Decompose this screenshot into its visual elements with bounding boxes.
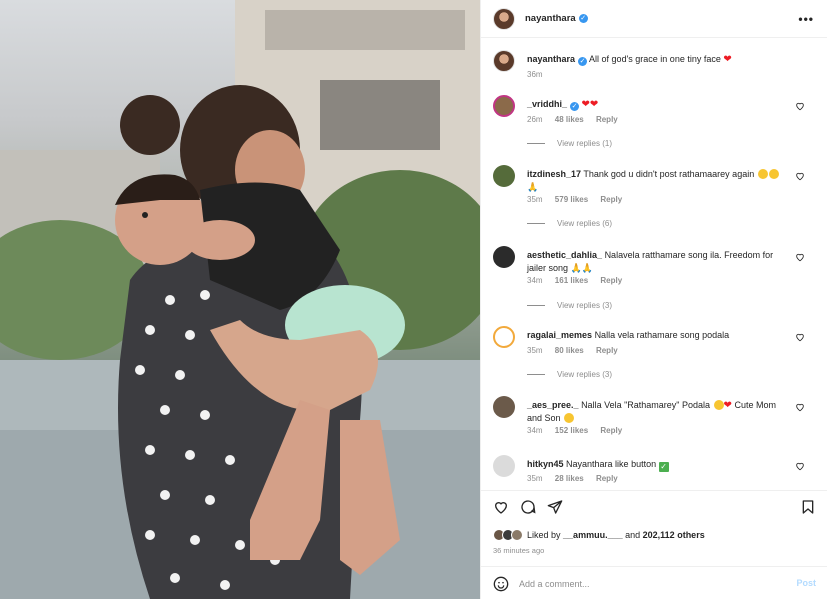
author-avatar[interactable] bbox=[493, 7, 515, 30]
comment-time: 34m bbox=[527, 276, 543, 285]
more-icon[interactable]: ••• bbox=[798, 12, 814, 26]
comment-username[interactable]: hitkyn45 bbox=[527, 459, 564, 469]
check-emoji-icon: ✓ bbox=[658, 462, 669, 472]
reply-button[interactable]: Reply bbox=[600, 195, 622, 204]
comment-time: 26m bbox=[527, 115, 543, 124]
pray-emoji-icon: 🙏🙏 bbox=[570, 263, 593, 273]
caption-time: 36m bbox=[527, 70, 543, 79]
caption: nayanthara ✓ All of god's grace in one ti… bbox=[493, 50, 813, 82]
verified-badge-icon: ✓ bbox=[578, 14, 588, 23]
post-timestamp: 36 minutes ago bbox=[493, 546, 545, 555]
comment-likes[interactable]: 152 likes bbox=[555, 426, 588, 435]
comment-likes[interactable]: 579 likes bbox=[555, 195, 588, 204]
heart-eyes-emoji-icon bbox=[564, 413, 575, 423]
post-header: nayanthara ✓ ••• bbox=[481, 0, 827, 38]
comment-likes[interactable]: 28 likes bbox=[555, 474, 584, 483]
liked-by-user[interactable]: __ammuu.___ bbox=[563, 530, 623, 540]
view-replies-button[interactable]: View replies (1) bbox=[527, 139, 612, 148]
comment-text: Thank god u didn't post rathamaarey agai… bbox=[583, 169, 755, 179]
view-replies-button[interactable]: View replies (3) bbox=[527, 301, 612, 310]
comment-item: aesthetic_dahlia_ Nalavela ratthamare so… bbox=[493, 246, 813, 316]
comment-likes[interactable]: 48 likes bbox=[555, 115, 584, 124]
post-panel: nayanthara ✓ ••• nayanthara ✓ All of god'… bbox=[480, 0, 827, 599]
caption-username[interactable]: nayanthara bbox=[527, 54, 575, 64]
crying-emoji-icon bbox=[768, 169, 779, 179]
caption-text: All of god's grace in one tiny face bbox=[589, 54, 721, 64]
photo-illustration bbox=[0, 0, 480, 599]
comment-time: 35m bbox=[527, 346, 543, 355]
commenter-avatar[interactable] bbox=[493, 396, 515, 418]
comment-text: Nalla Vela "Rathamarey" Podala bbox=[581, 400, 711, 410]
comment-item: _aes_pree._ Nalla Vela "Rathamarey" Poda… bbox=[493, 396, 813, 444]
comment-likes[interactable]: 80 likes bbox=[555, 346, 584, 355]
like-comment-heart-icon[interactable] bbox=[795, 171, 805, 181]
like-comment-heart-icon[interactable] bbox=[795, 332, 805, 342]
comment-item: _vriddhi_ ✓ ❤❤ 26m 48 likes Reply View re… bbox=[493, 95, 813, 155]
comment-item: ragalai_memes Nalla vela rathamare song … bbox=[493, 326, 813, 386]
heart-emoji-icon: ❤ bbox=[723, 400, 732, 411]
bookmark-icon[interactable] bbox=[800, 499, 816, 515]
like-comment-heart-icon[interactable] bbox=[795, 461, 805, 471]
liker-avatars[interactable] bbox=[493, 529, 523, 541]
emoji-icon[interactable] bbox=[493, 576, 509, 592]
comment-icon[interactable] bbox=[520, 499, 536, 515]
reply-button[interactable]: Reply bbox=[596, 346, 618, 355]
reply-button[interactable]: Reply bbox=[600, 426, 622, 435]
comment-item: itzdinesh_17 Thank god u didn't post rat… bbox=[493, 165, 813, 235]
comment-time: 35m bbox=[527, 195, 543, 204]
commenter-avatar[interactable] bbox=[493, 326, 515, 348]
comment-username[interactable]: aesthetic_dahlia_ bbox=[527, 250, 602, 260]
reply-button[interactable]: Reply bbox=[596, 474, 618, 483]
comment-username[interactable]: _vriddhi_ bbox=[527, 99, 567, 109]
commenter-avatar[interactable] bbox=[493, 455, 515, 477]
post-button[interactable]: Post bbox=[796, 578, 816, 588]
comment-username[interactable]: ragalai_memes bbox=[527, 330, 592, 340]
comment-username[interactable]: itzdinesh_17 bbox=[527, 169, 581, 179]
like-comment-heart-icon[interactable] bbox=[795, 402, 805, 412]
comment-text: Nayanthara like button bbox=[566, 459, 657, 469]
reply-button[interactable]: Reply bbox=[596, 115, 618, 124]
commenter-avatar[interactable] bbox=[493, 246, 515, 268]
likes-count[interactable]: 202,112 others bbox=[643, 530, 705, 540]
verified-badge-icon: ✓ bbox=[578, 57, 588, 66]
heart-emoji-icon: ❤❤ bbox=[581, 99, 599, 110]
reply-button[interactable]: Reply bbox=[600, 276, 622, 285]
view-replies-button[interactable]: View replies (6) bbox=[527, 219, 612, 228]
verified-badge-icon: ✓ bbox=[570, 102, 580, 111]
post-actions: Liked by __ammuu.___ and 202,112 others … bbox=[481, 490, 827, 599]
comment-time: 34m bbox=[527, 426, 543, 435]
heart-emoji-icon: ❤ bbox=[723, 54, 732, 65]
crying-emoji-icon bbox=[713, 400, 724, 410]
post-photo bbox=[0, 0, 480, 599]
like-comment-heart-icon[interactable] bbox=[795, 101, 805, 111]
pray-emoji-icon: 🙏 bbox=[527, 182, 539, 192]
liked-by: Liked by __ammuu.___ and 202,112 others bbox=[493, 529, 705, 541]
laughing-emoji-icon bbox=[757, 169, 768, 179]
heart-icon[interactable] bbox=[493, 499, 509, 515]
author-username[interactable]: nayanthara bbox=[525, 13, 576, 24]
comment-input[interactable]: Add a comment... bbox=[519, 579, 590, 589]
comment-item: hitkyn45 Nayanthara like button ✓ 35m 28… bbox=[493, 455, 813, 487]
view-replies-button[interactable]: View replies (3) bbox=[527, 370, 612, 379]
comment-text: Nalla vela rathamare song podala bbox=[594, 330, 730, 340]
like-comment-heart-icon[interactable] bbox=[795, 252, 805, 262]
add-comment-bar: Add a comment... Post bbox=[481, 566, 827, 599]
commenter-avatar[interactable] bbox=[493, 95, 515, 117]
caption-avatar[interactable] bbox=[493, 50, 515, 72]
comment-time: 35m bbox=[527, 474, 543, 483]
comment-username[interactable]: _aes_pree._ bbox=[527, 400, 579, 410]
share-icon[interactable] bbox=[547, 499, 563, 515]
comment-likes[interactable]: 161 likes bbox=[555, 276, 588, 285]
commenter-avatar[interactable] bbox=[493, 165, 515, 187]
